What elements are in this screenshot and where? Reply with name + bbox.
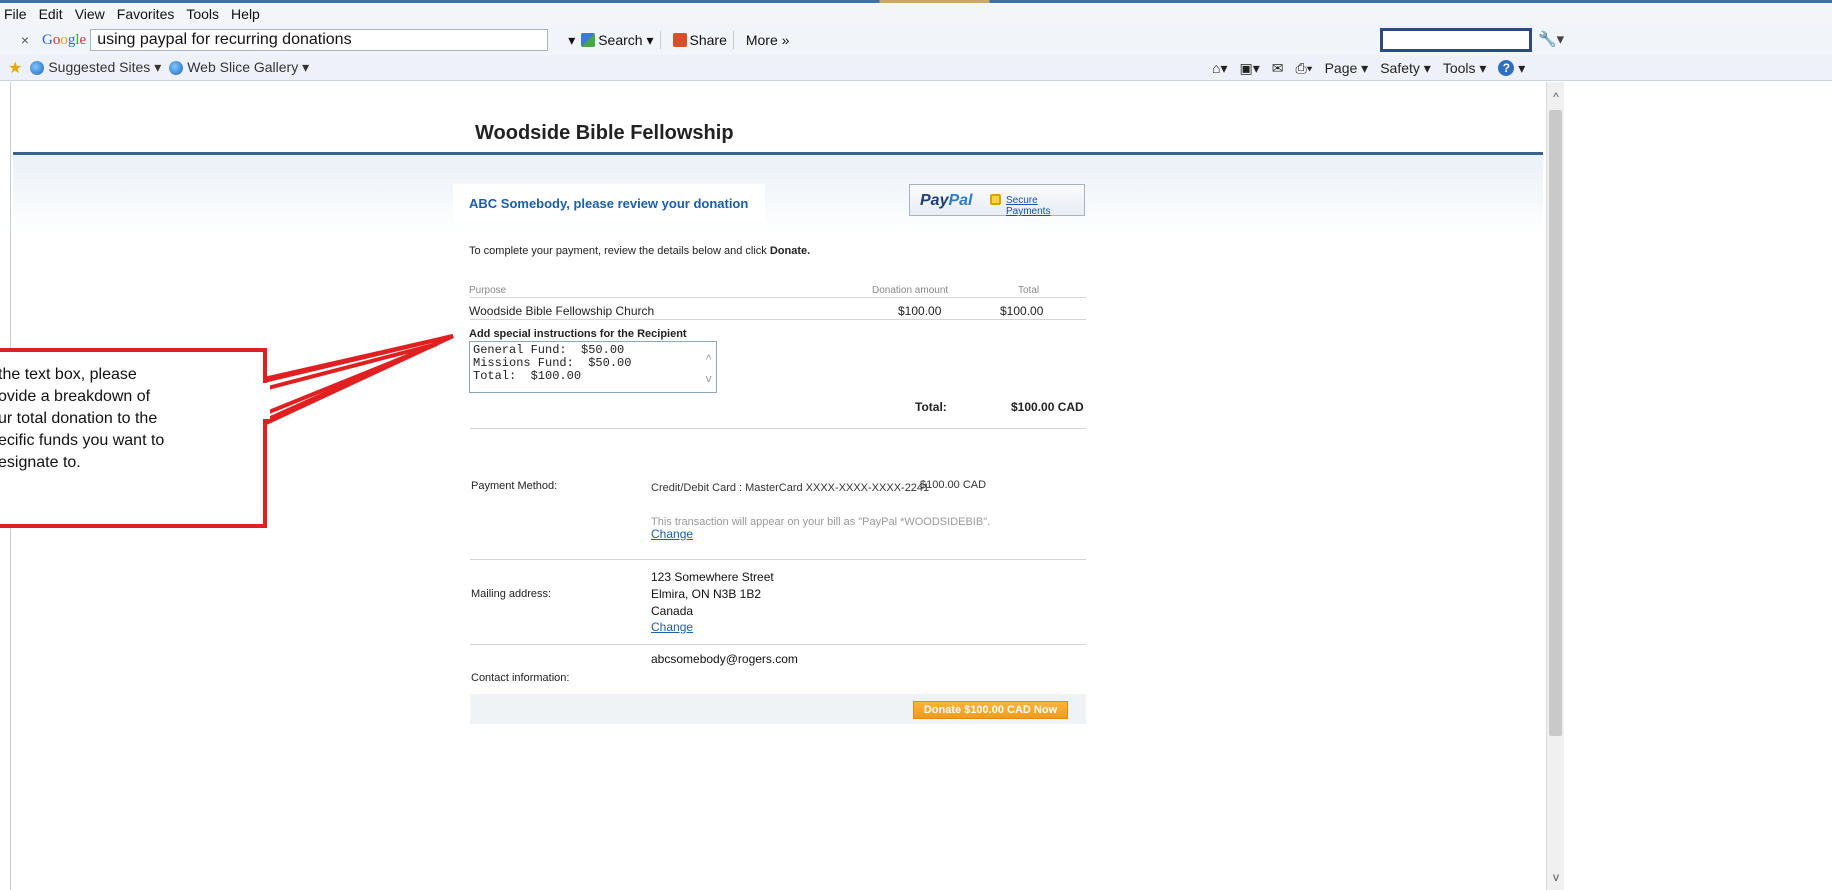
favorites-bar: ★ Suggested Sites ▾ Web Slice Gallery ▾ (0, 55, 1832, 81)
paypal-badge: PayPal Secure Payments (909, 184, 1085, 217)
toolbar-separator (732, 31, 734, 49)
divider (470, 428, 1086, 429)
textarea-scroll-arrows[interactable]: ^ v (705, 350, 712, 390)
instructions-textarea[interactable]: General Fund: $50.00 Missions Fund: $50.… (469, 341, 717, 393)
menu-edit[interactable]: Edit (39, 6, 63, 22)
donate-row: Donate $100.00 CAD Now (470, 694, 1086, 724)
contact-info-label: Contact information: (471, 672, 570, 684)
row-total: $100.00 (1000, 304, 1044, 318)
ie-icon (169, 60, 184, 75)
divider (470, 644, 1086, 645)
search-icon (581, 33, 596, 47)
header-gradient (13, 155, 1543, 235)
divider (470, 297, 1086, 298)
search-dropdown-icon[interactable]: ▾ (568, 32, 575, 49)
menu-bar: File Edit View Favorites Tools Help (0, 3, 1832, 25)
summary-total-label: Total: (915, 400, 947, 414)
contact-email: abcsomebody@rogers.com (651, 652, 798, 666)
change-payment-link[interactable]: Change (651, 527, 693, 541)
help-icon: ? (1498, 60, 1515, 76)
payment-amount: $100.00 CAD (920, 479, 987, 491)
share-icon (672, 33, 687, 47)
safety-menu[interactable]: Safety ▾ (1380, 60, 1431, 77)
scroll-thumb[interactable] (1549, 110, 1562, 736)
instructions-label: Add special instructions for the Recipie… (469, 328, 687, 340)
menu-file[interactable]: File (4, 6, 27, 22)
print-icon[interactable]: ⎙▾ (1295, 60, 1312, 77)
search-button[interactable]: Search ▾ (581, 32, 654, 49)
mail-icon[interactable]: ✉ (1272, 60, 1284, 77)
feeds-icon[interactable]: ▣▾ (1239, 60, 1259, 77)
tools-menu[interactable]: Tools ▾ (1443, 60, 1487, 77)
payment-method-label: Payment Method: (471, 480, 558, 492)
page-scrollbar[interactable]: ^ v (1546, 82, 1564, 890)
secure-payments-link[interactable]: Secure Payments (1006, 195, 1084, 217)
suggested-sites-link[interactable]: Suggested Sites ▾ (30, 59, 161, 76)
highlight-box (1380, 28, 1532, 52)
summary-total-value: $100.00 CAD (1011, 400, 1084, 414)
home-icon[interactable]: ⌂▾ (1212, 60, 1227, 77)
billing-note: This transaction will appear on your bil… (651, 516, 991, 528)
web-slice-gallery-link[interactable]: Web Slice Gallery ▾ (169, 59, 309, 76)
col-header-purpose: Purpose (469, 285, 507, 296)
row-donation-amount: $100.00 (898, 304, 942, 318)
divider (470, 319, 1086, 320)
page-menu[interactable]: Page ▾ (1325, 60, 1369, 77)
toolbar-close-icon[interactable]: × (14, 32, 36, 48)
menu-help[interactable]: Help (231, 6, 260, 22)
callout-text: the text box, please ovide a breakdown o… (0, 366, 165, 471)
share-button[interactable]: Share (672, 32, 727, 48)
donate-button[interactable]: Donate $100.00 CAD Now (913, 701, 1068, 719)
toolbar-separator (659, 31, 661, 49)
google-logo: Google (42, 31, 87, 48)
google-search-input[interactable]: using paypal for recurring donations (90, 29, 549, 51)
wrench-icon[interactable]: 🔧▾ (1538, 30, 1564, 48)
scroll-up-icon[interactable]: ^ (1549, 90, 1563, 104)
site-title: Woodside Bible Fellowship (475, 122, 734, 144)
review-heading: ABC Somebody, please review your donatio… (469, 196, 749, 211)
divider (470, 559, 1086, 560)
annotation-callout: the text box, please ovide a breakdown o… (0, 348, 267, 528)
google-toolbar: × Google using paypal for recurring dona… (0, 25, 1832, 55)
intro-text: To complete your payment, review the det… (469, 245, 811, 257)
change-address-link[interactable]: Change (651, 620, 693, 634)
mailing-address: 123 Somewhere Street Elmira, ON N3B 1B2 … (651, 570, 774, 618)
row-purpose: Woodside Bible Fellowship Church (469, 304, 655, 318)
menu-favorites[interactable]: Favorites (117, 6, 175, 22)
scroll-down-icon[interactable]: v (1549, 870, 1563, 884)
mailing-address-label: Mailing address: (471, 588, 552, 600)
lock-icon (990, 194, 1001, 205)
col-header-donation-amount: Donation amount (872, 285, 949, 296)
ie-icon (30, 60, 45, 75)
paypal-logo: PayPal (920, 192, 973, 209)
menu-view[interactable]: View (75, 6, 105, 22)
payment-method-card: Credit/Debit Card : MasterCard XXXX-XXXX… (651, 482, 930, 494)
menu-tools[interactable]: Tools (186, 6, 219, 22)
col-header-total: Total (1018, 285, 1040, 296)
favorites-star-icon[interactable]: ★ (8, 58, 22, 78)
more-button[interactable]: More » (746, 32, 790, 48)
help-button[interactable]: ? ▾ (1498, 60, 1525, 77)
command-bar: ⌂▾ ▣▾ ✉ ⎙▾ Page ▾ Safety ▾ Tools ▾ ? ▾ (1200, 57, 1525, 79)
